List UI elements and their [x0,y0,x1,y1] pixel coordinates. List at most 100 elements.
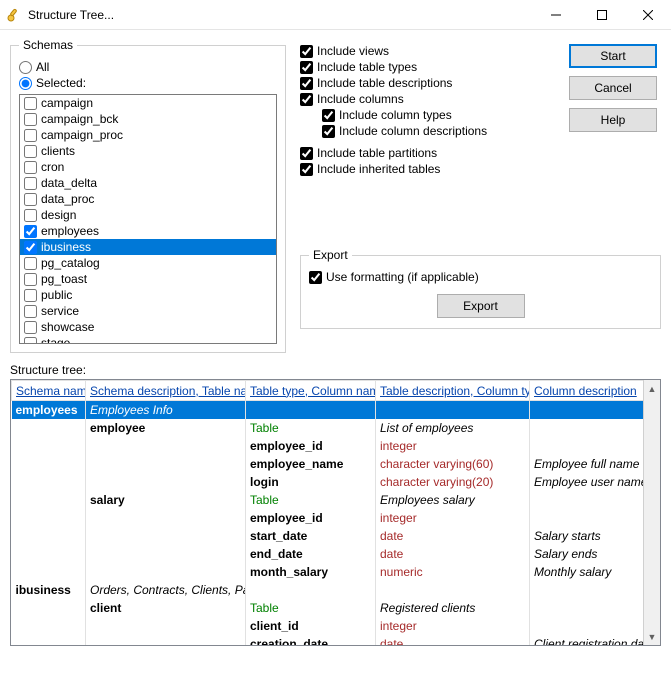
tree-row[interactable]: creation_datedateClient registration dat… [12,635,646,647]
scroll-track[interactable] [644,397,660,628]
tree-cell: employee_id [246,509,376,527]
cancel-button[interactable]: Cancel [569,76,657,100]
schema-item[interactable]: ibusiness [20,239,276,255]
schema-item[interactable]: cron [20,159,276,175]
tree-row[interactable]: month_salarynumericMonthly salary [12,563,646,581]
close-button[interactable] [625,0,671,30]
schema-label: data_proc [41,192,94,206]
schema-label: data_delta [41,176,97,190]
tree-cell: integer [376,437,530,455]
tree-cell: creation_date [246,635,376,647]
export-button[interactable]: Export [437,294,525,318]
schema-checkbox[interactable] [24,145,37,158]
schema-checkbox[interactable] [24,193,37,206]
help-button[interactable]: Help [569,108,657,132]
schema-checkbox[interactable] [24,241,37,254]
tree-cell: Employee user name [530,473,646,491]
schema-item[interactable]: pg_catalog [20,255,276,271]
tree-column-header[interactable]: Table type, Column name [246,381,376,401]
tree-cell: ibusiness [12,581,86,599]
scroll-up-icon[interactable]: ▲ [644,380,660,397]
schemas-group: Schemas All Selected: campaigncampaign_b… [10,38,286,353]
tree-row[interactable]: salaryTableEmployees salary [12,491,646,509]
schema-checkbox[interactable] [24,337,37,345]
radio-all-input[interactable] [19,61,32,74]
schema-label: clients [41,144,75,158]
radio-selected-input[interactable] [19,77,32,90]
schema-checkbox[interactable] [24,97,37,110]
tree-scrollbar[interactable]: ▲ ▼ [643,380,660,645]
schema-list[interactable]: campaigncampaign_bckcampaign_procclients… [19,94,277,344]
tree-row[interactable]: clientTableRegistered clients [12,599,646,617]
schema-item[interactable]: campaign_bck [20,111,276,127]
tree-cell: employee_id [246,437,376,455]
tree-cell [86,509,246,527]
schema-item[interactable]: campaign [20,95,276,111]
schema-checkbox[interactable] [24,273,37,286]
tree-row[interactable]: client_idinteger [12,617,646,635]
schema-checkbox[interactable] [24,305,37,318]
schema-checkbox[interactable] [24,209,37,222]
tree-row[interactable]: employeeTableList of employees [12,419,646,437]
schema-item[interactable]: stage [20,335,276,344]
tree-row[interactable]: end_datedateSalary ends [12,545,646,563]
schema-checkbox[interactable] [24,161,37,174]
tree-cell [530,509,646,527]
tree-cell: Table [246,419,376,437]
schema-item[interactable]: public [20,287,276,303]
tree-row[interactable]: employee_idinteger [12,437,646,455]
tree-cell: login [246,473,376,491]
tree-cell [86,455,246,473]
schema-checkbox[interactable] [24,129,37,142]
tree-column-header[interactable]: Table description, Column type [376,381,530,401]
schema-item[interactable]: design [20,207,276,223]
tree-cell [12,491,86,509]
tree-cell: client [86,599,246,617]
start-button[interactable]: Start [569,44,657,68]
schema-checkbox[interactable] [24,177,37,190]
tree-row[interactable]: logincharacter varying(20)Employee user … [12,473,646,491]
tree-cell: Orders, Contracts, Clients, Paym [86,581,246,599]
schema-item[interactable]: employees [20,223,276,239]
tree-column-header[interactable]: Schema description, Table name [86,381,246,401]
chk-include-inherited[interactable]: Include inherited tables [300,162,661,176]
schema-checkbox[interactable] [24,113,37,126]
tree-cell [530,491,646,509]
tree-row[interactable]: start_datedateSalary starts [12,527,646,545]
schema-item[interactable]: showcase [20,319,276,335]
titlebar: Structure Tree... [0,0,671,30]
tree-row[interactable]: employee_namecharacter varying(60)Employ… [12,455,646,473]
chk-include-partitions[interactable]: Include table partitions [300,146,661,160]
schema-item[interactable]: pg_toast [20,271,276,287]
schema-item[interactable]: campaign_proc [20,127,276,143]
schema-item[interactable]: data_proc [20,191,276,207]
schema-checkbox[interactable] [24,289,37,302]
minimize-button[interactable] [533,0,579,30]
tree-row[interactable]: ibusinessOrders, Contracts, Clients, Pay… [12,581,646,599]
radio-all[interactable]: All [19,60,277,74]
scroll-down-icon[interactable]: ▼ [644,628,660,645]
chk-use-formatting[interactable]: Use formatting (if applicable) [309,270,652,284]
tree-cell [12,599,86,617]
schema-label: campaign_proc [41,128,123,142]
tree-column-header[interactable]: Column description [530,381,646,401]
tree-cell: employees [12,401,86,419]
tree-cell: Employee full name [530,455,646,473]
structure-tree[interactable]: Schema nameSchema description, Table nam… [10,379,661,646]
tree-cell [530,419,646,437]
schema-checkbox[interactable] [24,321,37,334]
tree-cell [376,581,530,599]
schema-item[interactable]: service [20,303,276,319]
schema-checkbox[interactable] [24,225,37,238]
schema-label: pg_toast [41,272,87,286]
maximize-button[interactable] [579,0,625,30]
tree-cell [12,455,86,473]
tree-column-header[interactable]: Schema name [12,381,86,401]
tree-row[interactable]: employeesEmployees Info [12,401,646,419]
schema-item[interactable]: data_delta [20,175,276,191]
schema-checkbox[interactable] [24,257,37,270]
schema-item[interactable]: clients [20,143,276,159]
schema-label: ibusiness [41,240,91,254]
tree-row[interactable]: employee_idinteger [12,509,646,527]
radio-selected[interactable]: Selected: [19,76,277,90]
